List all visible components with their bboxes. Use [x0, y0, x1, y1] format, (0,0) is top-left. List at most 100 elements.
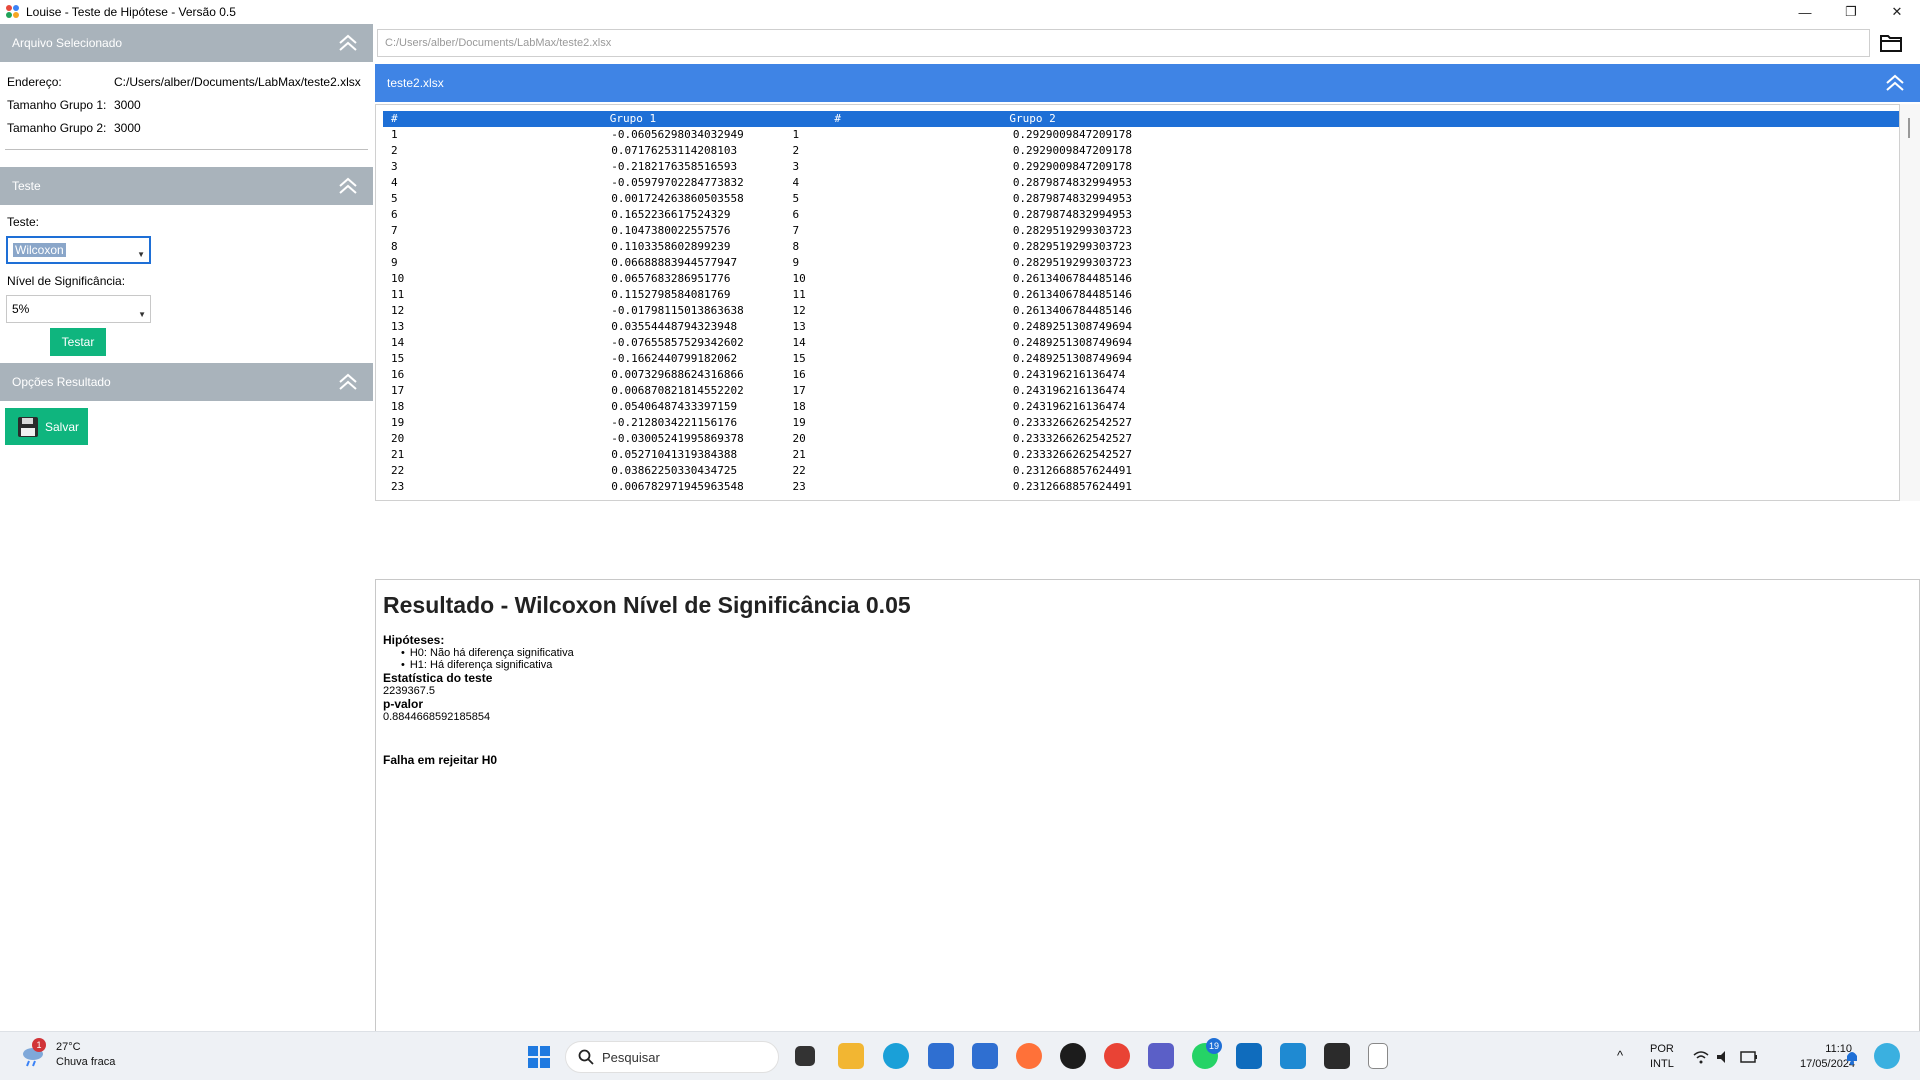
cell-index-2: 17 — [792, 384, 806, 397]
column-header-group-2[interactable]: Grupo 2 — [883, 111, 1183, 127]
wifi-icon[interactable] — [1693, 1050, 1709, 1064]
windows-start-icon[interactable] — [528, 1046, 550, 1068]
table-row[interactable]: 4 -0.05979702284773832 4 0.2879874832994953 — [383, 175, 1899, 191]
chrome-icon[interactable] — [1104, 1043, 1130, 1069]
cell-index-1: 23 — [391, 480, 405, 493]
file-panel-header[interactable]: teste2.xlsx — [375, 64, 1920, 102]
outlook-icon[interactable] — [1236, 1043, 1262, 1069]
column-header-index-1[interactable]: # — [383, 111, 481, 127]
table-row[interactable]: 8 0.1103358602899239 8 0.2829519299303723 — [383, 239, 1899, 255]
cell-group-2: 0.2879874832994953 — [1012, 176, 1133, 189]
app-logo-icon — [6, 5, 20, 19]
battery-icon[interactable] — [1740, 1051, 1758, 1063]
dell-icon[interactable] — [1060, 1043, 1086, 1069]
cell-group-1: -0.01798115013863638 — [611, 304, 744, 317]
table-row[interactable]: 2 0.07176253114208103 2 0.2929009847209178 — [383, 143, 1899, 159]
column-header-group-1[interactable]: Grupo 1 — [481, 111, 784, 127]
cell-group-1: 0.07176253114208103 — [611, 144, 738, 157]
terminal-icon[interactable] — [1324, 1043, 1350, 1069]
cell-index-2: 14 — [792, 336, 806, 349]
run-test-button[interactable]: Testar — [50, 328, 106, 356]
file-explorer-icon[interactable] — [838, 1043, 864, 1069]
data-table: # Grupo 1 # Grupo 2 1 -0.0605629803403294… — [383, 111, 1899, 495]
cell-group-2: 0.2333266262542527 — [1012, 416, 1133, 429]
edge-browser-icon[interactable] — [883, 1043, 909, 1069]
maximize-button[interactable]: ❐ — [1828, 0, 1874, 24]
weather-widget[interactable]: 1 27°C Chuva fraca — [20, 1038, 115, 1070]
document-app-icon[interactable] — [1368, 1043, 1388, 1069]
copilot-icon[interactable] — [1874, 1043, 1900, 1069]
file-section-header[interactable]: Arquivo Selecionado — [0, 24, 373, 62]
todo-icon[interactable] — [972, 1043, 998, 1069]
table-row[interactable]: 20 -0.03005241995869378 20 0.23332662625425… — [383, 431, 1899, 447]
table-row[interactable]: 6 0.1652236617524329 6 0.2879874832994953 — [383, 207, 1899, 223]
test-select[interactable]: Wilcoxon ▼ — [6, 236, 151, 264]
folder-open-icon[interactable] — [1880, 33, 1902, 53]
table-row[interactable]: 16 0.007329688624316866 16 0.24319621613647… — [383, 367, 1899, 383]
test-section-header[interactable]: Teste — [0, 167, 373, 205]
cell-group-1: 0.06688883944577947 — [611, 256, 738, 269]
cell-index-2: 18 — [792, 400, 806, 413]
table-row[interactable]: 1 -0.06056298034032949 1 0.2929009847209178 — [383, 127, 1899, 143]
collapse-up-icon[interactable] — [1884, 72, 1906, 94]
cell-index-2: 7 — [792, 224, 800, 237]
cell-group-2: 0.243196216136474 — [1012, 400, 1126, 413]
task-view-icon[interactable] — [795, 1046, 815, 1066]
significance-select[interactable]: 5% ▼ — [6, 295, 151, 323]
language-indicator[interactable]: POR INTL — [1650, 1042, 1674, 1072]
table-row[interactable]: 23 0.006782971945963548 23 0.23126688576244… — [383, 479, 1899, 495]
collapse-up-icon[interactable] — [337, 32, 359, 54]
title-bar: Louise - Teste de Hipótese - Versão 0.5 … — [0, 0, 1920, 24]
cell-group-1: 0.1047380022557576 — [611, 224, 731, 237]
table-row[interactable]: 5 0.001724263860503558 5 0.2879874832994953 — [383, 191, 1899, 207]
result-options-header[interactable]: Opções Resultado — [0, 363, 373, 401]
notification-bell-icon[interactable] — [1845, 1049, 1859, 1065]
cell-group-1: -0.07655857529342602 — [611, 336, 744, 349]
close-button[interactable]: ✕ — [1874, 0, 1920, 24]
teams-icon[interactable] — [1148, 1043, 1174, 1069]
table-row[interactable]: 21 0.05271041319384388 21 0.233326626254252… — [383, 447, 1899, 463]
significance-label: Nível de Significância: — [7, 274, 126, 288]
table-row[interactable]: 10 0.0657683286951776 10 0.2613406784485146 — [383, 271, 1899, 287]
table-row[interactable]: 22 0.03862250330434725 22 0.231266885762449… — [383, 463, 1899, 479]
table-row[interactable]: 18 0.05406487433397159 18 0.243196216136474 — [383, 399, 1899, 415]
collapse-up-icon[interactable] — [337, 371, 359, 393]
firefox-icon[interactable] — [1016, 1043, 1042, 1069]
group1-size-value: 3000 — [114, 97, 141, 112]
volume-icon[interactable] — [1716, 1050, 1732, 1064]
table-row[interactable]: 15 -0.1662440799182062 15 0.248925130874969… — [383, 351, 1899, 367]
table-row[interactable]: 9 0.06688883944577947 9 0.2829519299303723 — [383, 255, 1899, 271]
window-title: Louise - Teste de Hipótese - Versão 0.5 — [26, 5, 236, 19]
table-row[interactable]: 11 0.1152798584081769 11 0.2613406784485146 — [383, 287, 1899, 303]
cell-index-1: 5 — [391, 192, 398, 205]
table-body: 1 -0.06056298034032949 1 0.2929009847209178… — [383, 127, 1899, 495]
save-button[interactable]: Salvar — [5, 408, 88, 445]
result-options-title: Opções Resultado — [12, 375, 111, 389]
table-row[interactable]: 14 -0.07655857529342602 14 0.24892513087496… — [383, 335, 1899, 351]
hypothesis-h0: H0: Não há diferença significativa — [401, 647, 1912, 659]
vscode-icon[interactable] — [1280, 1043, 1306, 1069]
cell-group-1: -0.2182176358516593 — [611, 160, 738, 173]
column-header-index-2[interactable]: # — [785, 111, 883, 127]
cell-index-2: 9 — [792, 256, 800, 269]
table-row[interactable]: 13 0.03554448794323948 13 0.248925130874969… — [383, 319, 1899, 335]
hypothesis-h1: H1: Há diferença significativa — [401, 659, 1912, 671]
chevron-up-icon[interactable]: ^ — [1617, 1048, 1623, 1063]
address-label: Endereço: — [7, 74, 62, 89]
file-path-input[interactable]: C:/Users/alber/Documents/LabMax/teste2.x… — [377, 29, 1870, 57]
table-row[interactable]: 3 -0.2182176358516593 3 0.2929009847209178 — [383, 159, 1899, 175]
table-row[interactable]: 12 -0.01798115013863638 12 0.26134067844851… — [383, 303, 1899, 319]
taskbar-search[interactable]: Pesquisar — [565, 1041, 779, 1073]
data-table-container[interactable]: # Grupo 1 # Grupo 2 1 -0.0605629803403294… — [375, 104, 1900, 501]
table-row[interactable]: 19 -0.2128034221156176 19 0.233326626254252… — [383, 415, 1899, 431]
file-panel-title: teste2.xlsx — [387, 76, 444, 90]
table-row[interactable]: 7 0.1047380022557576 7 0.2829519299303723 — [383, 223, 1899, 239]
table-scrollbar[interactable] — [1900, 104, 1920, 501]
language-top: POR — [1650, 1043, 1674, 1055]
scrollbar-thumb[interactable] — [1908, 118, 1910, 138]
table-row[interactable]: 17 0.006870821814552202 17 0.24319621613647… — [383, 383, 1899, 399]
store-icon[interactable] — [928, 1043, 954, 1069]
collapse-up-icon[interactable] — [337, 175, 359, 197]
file-section-title: Arquivo Selecionado — [12, 36, 123, 50]
minimize-button[interactable]: — — [1782, 0, 1828, 24]
